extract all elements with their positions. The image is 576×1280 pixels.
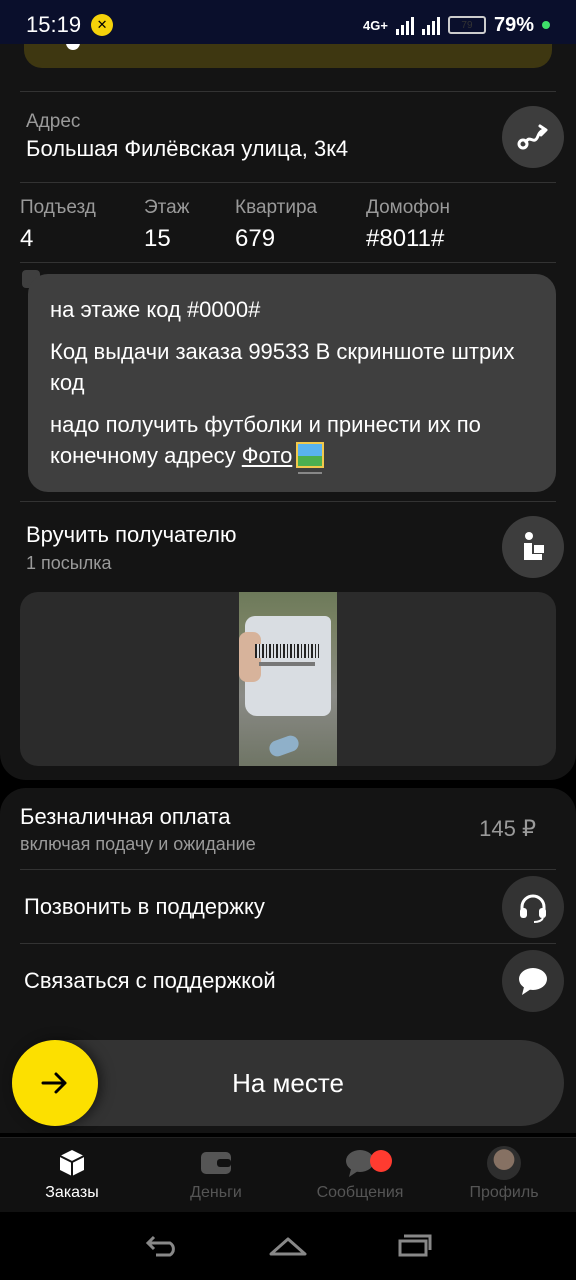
tab-label: Сообщения [316, 1184, 404, 1201]
parcel-label [259, 662, 315, 666]
order-actions-sheet: Безналичная оплата включая подачу и ожид… [0, 788, 576, 1133]
tab-profile[interactable]: Профиль [432, 1146, 576, 1202]
detail-apartment: Квартира 679 [235, 197, 318, 252]
divider [20, 943, 556, 944]
bottom-tab-bar: Заказы Деньги Сообщения Профиль [0, 1137, 576, 1212]
picture-icon[interactable] [296, 442, 325, 474]
arrow-right-icon [41, 1072, 67, 1094]
divider [20, 501, 556, 502]
system-navigation-bar [0, 1212, 576, 1280]
avatar [487, 1146, 521, 1180]
tab-label: Профиль [469, 1184, 539, 1201]
privacy-dot-icon [542, 21, 550, 29]
signal-icon-2 [421, 15, 440, 35]
back-button[interactable] [142, 1230, 182, 1262]
tab-money[interactable]: Деньги [144, 1146, 288, 1202]
unread-badge [370, 1150, 392, 1172]
payment-subtitle: включая подачу и ожидание [20, 834, 256, 854]
shoe [267, 733, 301, 759]
chat-support-button[interactable] [502, 950, 564, 1012]
battery-icon: 79 [447, 16, 486, 34]
divider [20, 182, 556, 183]
comment-line: на этаже код #0000# [50, 297, 261, 322]
status-bar: 15:19 ✕ 4G+ 79 79% [0, 0, 576, 50]
comment-line: Код выдачи заказа 99533 В скриншоте штри… [50, 339, 515, 395]
back-icon [145, 1235, 175, 1257]
recipient-button[interactable] [502, 516, 564, 578]
status-strip-icon [66, 44, 80, 50]
photo-link[interactable]: Фото [242, 443, 293, 468]
divider [20, 91, 556, 92]
battery-percent: 79% [493, 13, 534, 36]
route-button[interactable] [502, 106, 564, 168]
comment-line: надо получить футболки и принести их по … [50, 412, 481, 474]
chat-support-label[interactable]: Связаться с поддержкой [24, 968, 276, 994]
address-label: Адрес [26, 111, 81, 132]
divider [20, 262, 556, 263]
delivery-title: Вручить получателю [26, 522, 237, 547]
barcode [255, 644, 319, 658]
signal-icon [395, 15, 414, 35]
status-strip [24, 44, 552, 68]
detail-intercom: Домофон #8011# [366, 197, 450, 252]
box-icon [59, 1150, 85, 1176]
status-time: 15:19 [26, 12, 82, 37]
customer-comment: на этаже код #0000# Код выдачи заказа 99… [28, 274, 556, 492]
arrived-slider[interactable]: На месте [12, 1040, 564, 1126]
home-icon [269, 1237, 307, 1256]
home-button[interactable] [268, 1230, 308, 1262]
person-parcel-icon [524, 532, 544, 560]
order-details-sheet[interactable]: Адрес Большая Филёвская улица, 3к4 Подъе… [0, 44, 576, 780]
address-value[interactable]: Большая Филёвская улица, 3к4 [26, 136, 348, 162]
chat-bubble-icon [519, 968, 547, 995]
network-type: 4G+ [363, 17, 388, 33]
slider-knob[interactable] [12, 1040, 98, 1126]
recents-icon [398, 1234, 432, 1257]
tab-orders[interactable]: Заказы [0, 1146, 144, 1202]
wallet-icon [201, 1152, 231, 1174]
app-notification-icon: ✕ [91, 14, 114, 36]
recents-button[interactable] [394, 1230, 434, 1262]
headset-icon [520, 894, 546, 923]
payment-amount: 145 ₽ [479, 816, 536, 841]
delivery-subtitle: 1 посылка [26, 553, 112, 573]
payment-title: Безналичная оплата [20, 804, 231, 829]
call-support-label[interactable]: Позвонить в поддержку [24, 894, 265, 920]
tab-messages[interactable]: Сообщения [288, 1146, 432, 1202]
status-icons: 4G+ 79 79% [363, 14, 550, 37]
parcel-photo-card[interactable] [20, 592, 556, 766]
route-icon [517, 124, 548, 150]
detail-floor: Этаж 15 [144, 197, 190, 252]
tab-label: Деньги [190, 1184, 242, 1201]
divider [20, 869, 556, 870]
parcel-photo[interactable] [239, 592, 337, 766]
detail-entrance: Подъезд 4 [20, 197, 96, 252]
tab-label: Заказы [45, 1184, 99, 1201]
call-support-button[interactable] [502, 876, 564, 938]
